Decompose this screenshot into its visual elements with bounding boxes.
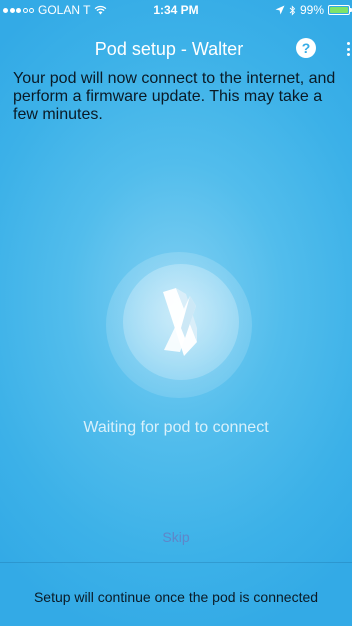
- location-arrow-icon: [275, 5, 285, 15]
- footer-message: Setup will continue once the pod is conn…: [33, 589, 319, 605]
- battery-icon: [328, 5, 352, 15]
- status-bar: GOLAN T 1:34 PM 99%: [0, 0, 352, 20]
- skip-button[interactable]: Skip: [0, 529, 352, 545]
- status-right: 99%: [275, 3, 352, 17]
- header-bar: Pod setup - Walter ?: [0, 33, 352, 61]
- footer-divider: [0, 562, 352, 563]
- pod-setup-screen: GOLAN T 1:34 PM 99% Pod setup - Walter ?: [0, 0, 352, 626]
- pod-icon: [163, 288, 197, 356]
- bluetooth-icon: [289, 4, 296, 16]
- battery-percent: 99%: [299, 3, 324, 17]
- help-icon[interactable]: ?: [296, 38, 316, 58]
- battery-fill: [330, 7, 348, 13]
- more-options-icon[interactable]: [346, 42, 350, 56]
- setup-description: Your pod will now connect to the interne…: [13, 70, 336, 123]
- connection-status-text: Waiting for pod to connect: [83, 419, 269, 436]
